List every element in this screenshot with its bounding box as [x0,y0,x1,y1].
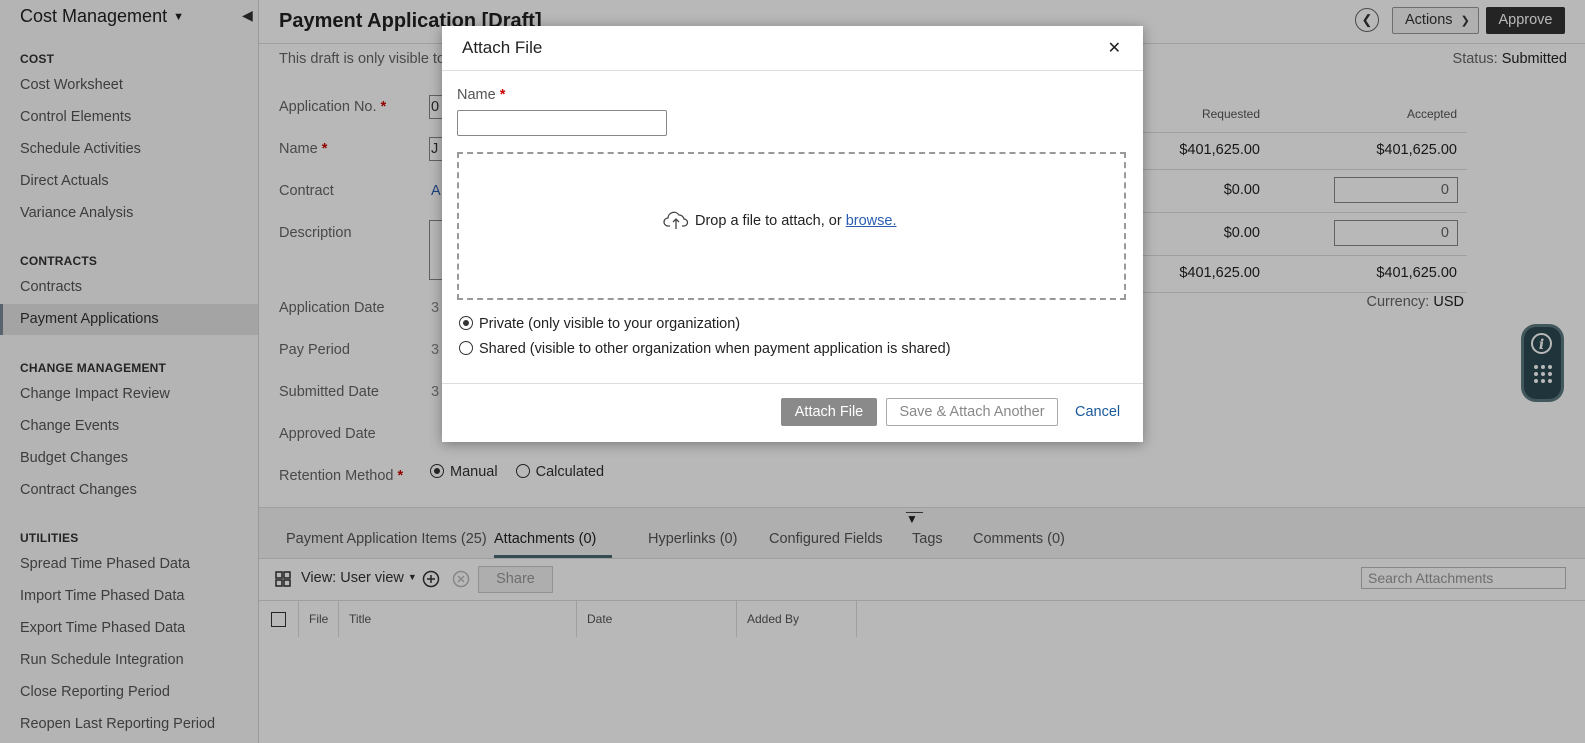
cloud-upload-icon [663,211,689,229]
attach-file-button[interactable]: Attach File [781,398,877,426]
dialog-header: Attach File ✕ [442,26,1143,71]
drop-text: Drop a file to attach, or [695,213,842,229]
attachment-name-input[interactable] [457,110,667,136]
shared-visibility-radio[interactable]: Shared (visible to other organization wh… [459,341,951,357]
dialog-title: Attach File [462,38,543,57]
required-marker: * [499,87,506,103]
radio-selected-icon [459,316,473,330]
file-drop-zone[interactable]: Drop a file to attach, or browse. [457,152,1126,300]
drop-zone-content: Drop a file to attach, or browse. [663,210,897,230]
save-attach-another-button[interactable]: Save & Attach Another [886,398,1058,426]
private-visibility-label: Private (only visible to your organizati… [479,316,741,332]
cancel-button[interactable]: Cancel [1075,404,1120,420]
dialog-footer: Attach File Save & Attach Another Cancel [442,383,1143,442]
shared-visibility-label: Shared (visible to other organization wh… [479,341,951,357]
dialog-name-label: Name * [457,87,505,103]
private-visibility-radio[interactable]: Private (only visible to your organizati… [459,316,740,332]
browse-link[interactable]: browse. [846,213,897,229]
close-icon[interactable]: ✕ [1108,38,1121,58]
dialog-name-label-text: Name [457,87,496,103]
attach-file-dialog: Attach File ✕ Name * Drop a file to atta… [442,26,1143,442]
radio-empty-icon [459,341,473,355]
